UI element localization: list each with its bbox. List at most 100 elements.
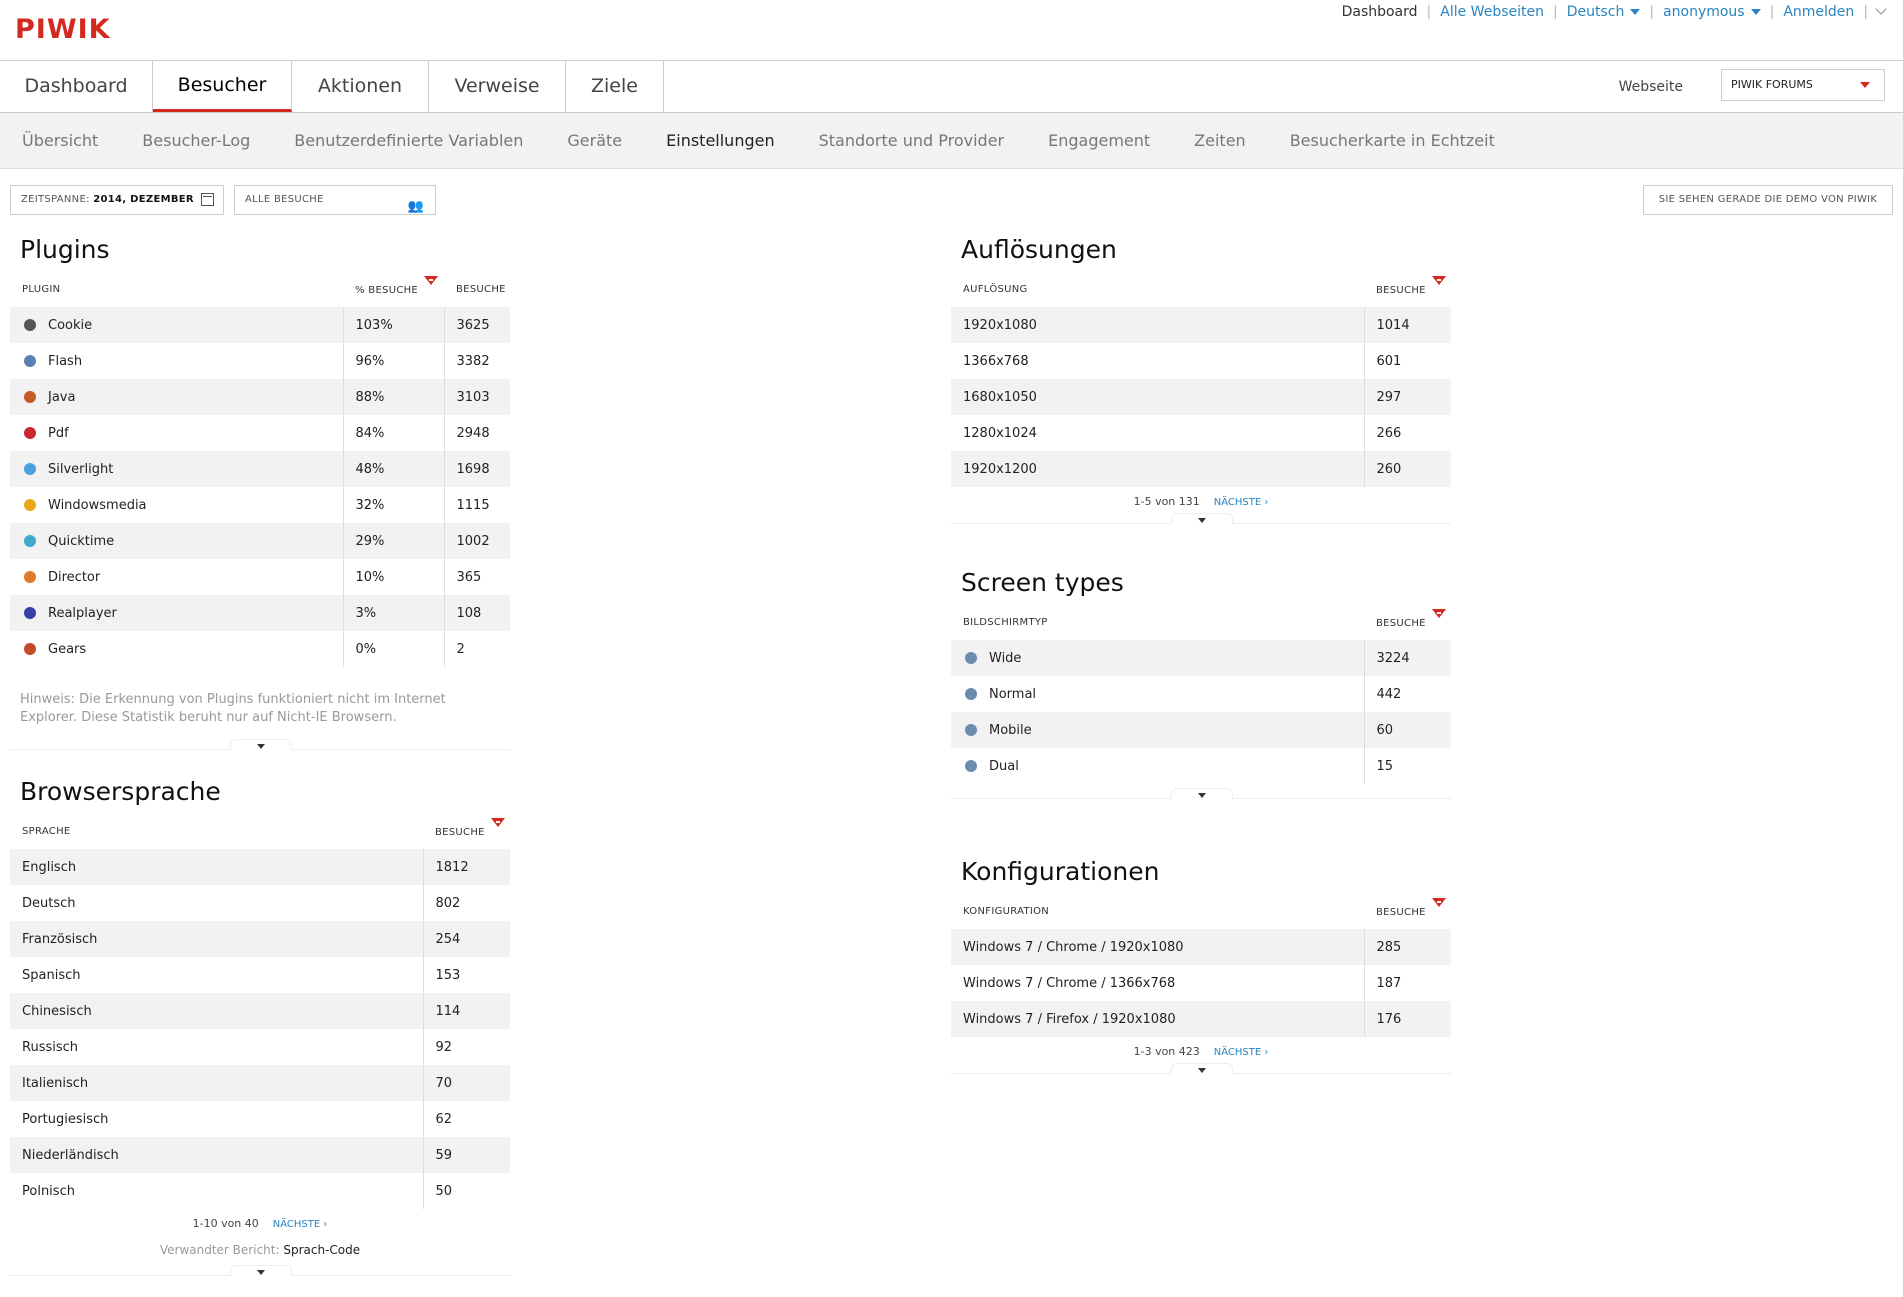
table-row[interactable]: Windowsmedia 32% 1115 [10, 487, 510, 523]
subnav-standorte-provider[interactable]: Standorte und Provider [819, 131, 1005, 150]
piwik-logo[interactable]: PIWIK [15, 14, 111, 45]
visits-cell: 285 [1363, 929, 1451, 965]
table-row[interactable]: Russisch 92 [10, 1029, 510, 1065]
table-row[interactable]: Chinesisch 114 [10, 993, 510, 1029]
widget-collapse-toggle[interactable] [1171, 788, 1233, 799]
table-row[interactable]: Windows 7 / Firefox / 1920x1080 176 [951, 1001, 1451, 1037]
segment-selector[interactable]: ALLE BESUCHE 👥 [234, 185, 436, 215]
table-row[interactable]: Niederländisch 59 [10, 1137, 510, 1173]
widget-title: Browsersprache [20, 777, 221, 806]
table-row[interactable]: Normal 442 [951, 676, 1451, 712]
table-row[interactable]: Deutsch 802 [10, 885, 510, 921]
table-row[interactable]: Windows 7 / Chrome / 1366x768 187 [951, 965, 1451, 1001]
row-label: Englisch [22, 859, 77, 875]
table-row[interactable]: Italienisch 70 [10, 1065, 510, 1101]
next-page-link[interactable]: NÄCHSTE › [273, 1219, 328, 1230]
subnav-besucher-log[interactable]: Besucher-Log [142, 131, 250, 150]
sort-desc-icon [424, 275, 439, 285]
language-selector[interactable]: Deutsch [1567, 4, 1641, 20]
row-label: Niederländisch [22, 1147, 119, 1163]
segment-value: ALLE BESUCHE [245, 194, 324, 205]
column-header-visits[interactable]: BESUCHE [1364, 272, 1451, 307]
tab-besucher[interactable]: Besucher [153, 60, 292, 112]
next-page-link[interactable]: NÄCHSTE › [1214, 497, 1269, 508]
related-report: Verwandter Bericht: Sprach-Code [10, 1239, 510, 1261]
visits-cell: 3224 [1363, 640, 1451, 676]
column-header-pct-visits[interactable]: % BESUCHE [343, 272, 444, 307]
subnav-benutzerdefinierte-variablen[interactable]: Benutzerdefinierte Variablen [294, 131, 523, 150]
column-header-sprache[interactable]: SPRACHE [10, 814, 423, 849]
table-row[interactable]: Quicktime 29% 1002 [10, 523, 510, 559]
tab-dashboard[interactable]: Dashboard [0, 60, 153, 112]
plugins-table: PLUGIN % BESUCHE BESUCHE Cookie 103% 3625 F… [10, 272, 510, 667]
table-row[interactable]: Dual 15 [951, 748, 1451, 784]
next-page-link[interactable]: NÄCHSTE › [1214, 1047, 1269, 1058]
table-row[interactable]: Realplayer 3% 108 [10, 595, 510, 631]
user-menu[interactable]: anonymous [1663, 4, 1761, 20]
subnav-einstellungen[interactable]: Einstellungen [666, 131, 774, 150]
browsersprache-table: SPRACHE BESUCHE Englisch 1812 Deutsch 802 Fr… [10, 814, 510, 1209]
row-label: Windows 7 / Chrome / 1920x1080 [963, 939, 1184, 955]
table-row[interactable]: Windows 7 / Chrome / 1920x1080 285 [951, 929, 1451, 965]
gears-icon [24, 643, 36, 655]
period-selector[interactable]: ZEITSPANNE: 2014, DEZEMBER [10, 185, 224, 215]
subnav-besucherkarte[interactable]: Besucherkarte in Echtzeit [1290, 131, 1495, 150]
column-header-visits[interactable]: BESUCHE [1364, 605, 1451, 640]
subnav-uebersicht[interactable]: Übersicht [22, 131, 98, 150]
top-menu-all-websites[interactable]: Alle Webseiten [1440, 4, 1544, 20]
table-row[interactable]: 1680x1050 297 [951, 379, 1451, 415]
table-row[interactable]: Cookie 103% 3625 [10, 307, 510, 343]
expand-chevron-icon[interactable] [1875, 3, 1887, 15]
table-row[interactable]: Englisch 1812 [10, 849, 510, 885]
subnav-engagement[interactable]: Engagement [1048, 131, 1150, 150]
table-row[interactable]: Spanisch 153 [10, 957, 510, 993]
widget-collapse-toggle[interactable] [230, 739, 292, 750]
widget-collapse-toggle[interactable] [1171, 1063, 1233, 1074]
column-header-plugin[interactable]: PLUGIN [10, 272, 343, 307]
wide-screen-icon [965, 652, 977, 664]
table-row[interactable]: Gears 0% 2 [10, 631, 510, 667]
column-header-visits[interactable]: BESUCHE [1364, 894, 1451, 929]
visits-cell: 442 [1363, 676, 1451, 712]
widget-collapse-toggle[interactable] [230, 1265, 292, 1276]
table-row[interactable]: Flash 96% 3382 [10, 343, 510, 379]
column-header-konfiguration[interactable]: KONFIGURATION [951, 894, 1364, 929]
demo-notice-button[interactable]: SIE SEHEN GERADE DIE DEMO VON PIWIK [1643, 185, 1893, 215]
visits-cell: 1002 [443, 523, 510, 559]
column-header-bildschirmtyp[interactable]: BILDSCHIRMTYP [951, 605, 1364, 640]
visits-cell: 59 [422, 1137, 510, 1173]
table-row[interactable]: Silverlight 48% 1698 [10, 451, 510, 487]
table-row[interactable]: Polnisch 50 [10, 1173, 510, 1209]
visits-cell: 601 [1363, 343, 1451, 379]
subnav-zeiten[interactable]: Zeiten [1194, 131, 1246, 150]
table-row[interactable]: Mobile 60 [951, 712, 1451, 748]
widget-collapse-toggle[interactable] [1171, 513, 1233, 524]
subnav-geraete[interactable]: Geräte [567, 131, 622, 150]
related-report-link[interactable]: Sprach-Code [283, 1243, 360, 1257]
row-label-cell: Gears [10, 631, 343, 667]
table-row[interactable]: Französisch 254 [10, 921, 510, 957]
table-row[interactable]: Wide 3224 [951, 640, 1451, 676]
table-row[interactable]: 1366x768 601 [951, 343, 1451, 379]
tab-verweise[interactable]: Verweise [429, 60, 566, 112]
table-row[interactable]: 1920x1200 260 [951, 451, 1451, 487]
visits-cell: 114 [422, 993, 510, 1029]
sign-in-link[interactable]: Anmelden [1783, 4, 1854, 20]
visits-cell: 92 [422, 1029, 510, 1065]
row-label: Französisch [22, 931, 98, 947]
table-row[interactable]: 1280x1024 266 [951, 415, 1451, 451]
site-selector[interactable]: PIWIK FORUMS [1721, 69, 1885, 101]
pct-visits-cell: 10% [342, 559, 444, 595]
table-row[interactable]: Java 88% 3103 [10, 379, 510, 415]
table-row[interactable]: Pdf 84% 2948 [10, 415, 510, 451]
table-row[interactable]: Portugiesisch 62 [10, 1101, 510, 1137]
column-header-visits[interactable]: BESUCHE [423, 814, 510, 849]
table-row[interactable]: 1920x1080 1014 [951, 307, 1451, 343]
tab-aktionen[interactable]: Aktionen [292, 60, 429, 112]
column-header-visits[interactable]: BESUCHE [444, 272, 510, 307]
top-menu-dashboard[interactable]: Dashboard [1342, 4, 1418, 20]
column-header-aufloesung[interactable]: AUFLÖSUNG [951, 272, 1364, 307]
row-label-cell: Englisch [10, 849, 423, 885]
table-row[interactable]: Director 10% 365 [10, 559, 510, 595]
tab-ziele[interactable]: Ziele [566, 60, 664, 112]
